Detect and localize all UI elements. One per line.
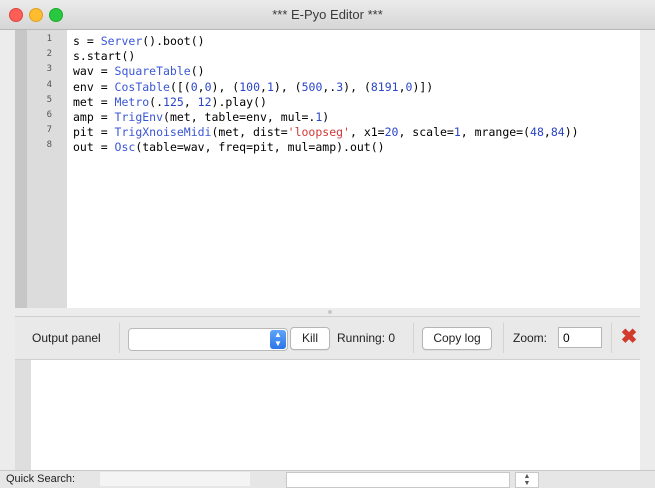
line-number: 4 — [46, 80, 52, 90]
stepper-arrows-icon[interactable]: ▲ ▼ — [515, 472, 539, 488]
code-editor[interactable]: 1 2 3 4 5 6 7 8 s = Server().boot() s.sta… — [15, 30, 640, 308]
code-line[interactable]: out = Osc(table=wav, freq=pit, mul=amp).… — [73, 140, 579, 155]
code-token: Osc — [114, 140, 136, 155]
code-text[interactable]: s = Server().boot() s.start() wav = Square… — [73, 34, 579, 156]
code-line[interactable]: met = Metro(.125, 12).play() — [73, 95, 579, 110]
code-token: ), ( — [273, 79, 302, 94]
line-number-gutter: 1 2 3 4 5 6 7 8 — [27, 30, 67, 308]
code-token: 500 — [301, 79, 323, 94]
code-token: ) — [322, 109, 330, 124]
code-token: amp = — [73, 109, 115, 124]
line-number: 8 — [46, 140, 52, 150]
status-bar: Quick Search: ▲ ▼ — [0, 470, 655, 488]
zoom-input[interactable]: 0 — [558, 327, 602, 348]
code-token: 1 — [453, 125, 461, 140]
divider — [413, 323, 414, 353]
quick-search-input[interactable] — [100, 472, 250, 486]
code-line[interactable]: pit = TrigXnoiseMidi(met, dist='loopseg'… — [73, 125, 579, 140]
code-token: SquareTable — [114, 64, 191, 79]
code-token: 'loopseg' — [287, 125, 350, 140]
code-line[interactable]: env = CosTable([(0,0), (100,1), (500,.3)… — [73, 80, 579, 95]
status-field — [286, 472, 510, 488]
code-token: ().boot() — [142, 34, 205, 48]
code-token: Server — [100, 34, 143, 48]
code-line[interactable]: s.start() — [73, 49, 579, 64]
code-token: () — [190, 64, 205, 79]
code-line[interactable]: amp = TrigEnv(met, table=env, mul=.1) — [73, 110, 579, 125]
code-token: (met, table=env, mul=. — [163, 109, 316, 124]
fold-margin — [15, 30, 27, 308]
line-number: 2 — [46, 49, 52, 59]
running-status: Running: 0 — [337, 331, 396, 345]
code-token: TrigXnoiseMidi — [114, 125, 212, 140]
code-token: ,. — [322, 79, 337, 94]
code-token: pit = — [73, 125, 115, 140]
code-token: (. — [149, 94, 164, 109]
code-token: 20 — [384, 125, 399, 140]
code-token: )]) — [412, 79, 434, 94]
code-token: ([( — [169, 79, 191, 94]
code-token: ), ( — [343, 79, 371, 94]
code-token: CosTable — [114, 79, 170, 94]
code-token: met = — [73, 94, 115, 109]
close-output-icon[interactable]: ✖ — [619, 326, 639, 348]
code-token: (table=wav, freq=pit, mul=amp).out() — [135, 140, 385, 155]
divider — [119, 323, 120, 353]
code-token: 12 — [197, 94, 212, 109]
code-token: Metro — [114, 94, 150, 109]
line-number: 5 — [46, 95, 52, 105]
code-token: env = — [73, 79, 115, 94]
output-log[interactable] — [15, 359, 640, 471]
line-number: 1 — [46, 34, 52, 44]
divider — [611, 323, 612, 353]
code-token: , — [398, 79, 406, 94]
code-token: )) — [564, 125, 579, 140]
code-token: , — [543, 125, 551, 140]
code-token: , x1= — [349, 125, 385, 140]
zoom-label: Zoom: — [513, 331, 548, 345]
line-number: 6 — [46, 110, 52, 120]
code-token: ).play() — [211, 94, 267, 109]
code-token: 1 — [266, 79, 274, 94]
code-token: TrigEnv — [114, 109, 164, 124]
code-token: , — [260, 79, 267, 94]
line-number: 3 — [46, 64, 52, 74]
code-token: 0 — [190, 79, 198, 94]
output-margin — [15, 360, 31, 471]
kill-button[interactable]: Kill — [290, 327, 330, 350]
code-token: , mrange=( — [460, 125, 531, 140]
code-token: 125 — [163, 94, 184, 109]
panel-splitter[interactable] — [15, 308, 640, 316]
quick-search-label: Quick Search: — [6, 473, 76, 485]
process-select[interactable]: ▲ ▼ — [128, 328, 288, 351]
code-token: 0 — [204, 79, 212, 94]
copy-log-button[interactable]: Copy log — [422, 327, 492, 350]
code-line[interactable]: wav = SquareTable() — [73, 64, 579, 79]
code-token: (met, dist= — [211, 125, 288, 140]
title-bar: *** E-Pyo Editor *** — [0, 0, 655, 30]
select-arrows-icon: ▲ ▼ — [270, 330, 286, 349]
code-token: s = — [73, 34, 101, 48]
code-token: s.start() — [73, 49, 136, 64]
code-token: 84 — [550, 125, 565, 140]
code-token: , — [197, 79, 205, 94]
code-token: out = — [73, 140, 115, 155]
splitter-handle[interactable] — [328, 310, 332, 314]
code-token: 48 — [530, 125, 544, 140]
output-toolbar: Output panel ▲ ▼ Kill Running: 0 Copy log… — [15, 316, 640, 359]
code-token: , — [183, 94, 198, 109]
code-line[interactable]: s = Server().boot() — [73, 34, 579, 49]
editor-window: *** E-Pyo Editor *** 1 2 3 4 5 6 7 8 s =… — [0, 0, 655, 488]
code-token: ), ( — [211, 79, 240, 94]
output-panel-label: Output panel — [32, 331, 101, 345]
line-number: 7 — [46, 125, 52, 135]
divider — [503, 323, 504, 353]
code-token: , scale= — [398, 125, 454, 140]
code-token: 100 — [239, 79, 261, 94]
window-title: *** E-Pyo Editor *** — [272, 7, 383, 22]
code-token: wav = — [73, 64, 115, 79]
code-token: 8191 — [370, 79, 399, 94]
